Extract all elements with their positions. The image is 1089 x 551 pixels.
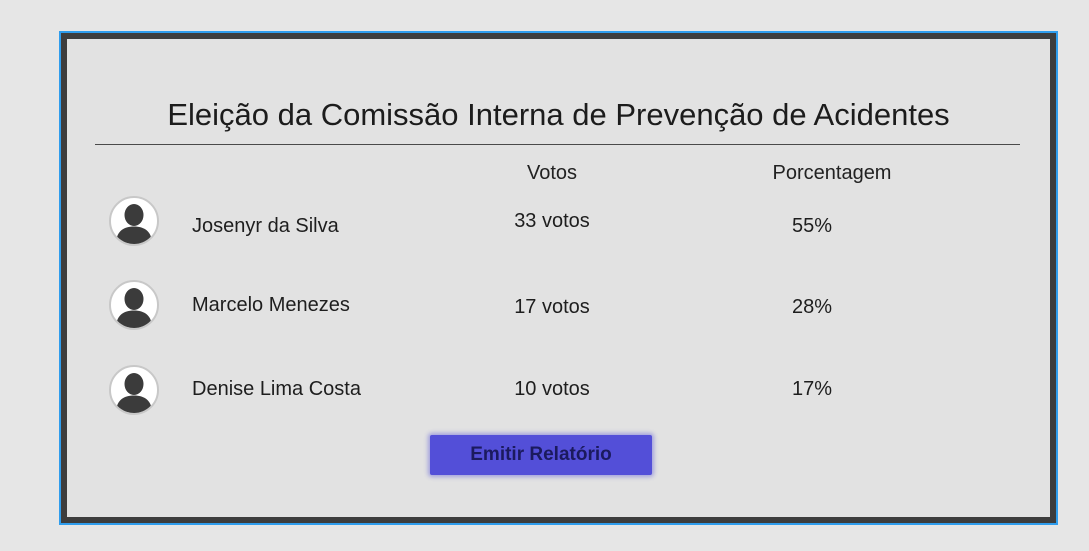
title-divider [95,144,1020,145]
avatar [109,196,159,246]
user-silhouette-icon [116,204,152,244]
candidate-votes: 33 votos [514,210,590,232]
candidate-row: Marcelo Menezes 17 votos 28% [67,280,1050,332]
candidate-row: Josenyr da Silva 33 votos 55% [67,196,1050,248]
candidate-row: Denise Lima Costa 10 votos 17% [67,365,1050,417]
candidate-percentage: 28% [791,296,833,318]
user-silhouette-icon [116,288,152,328]
candidate-votes: 17 votos [514,296,590,318]
candidate-percentage: 55% [791,215,833,237]
emit-report-button[interactable]: Emitir Relatório [430,435,652,475]
candidate-name: Josenyr da Silva [192,215,339,237]
page-title: Eleição da Comissão Interna de Prevenção… [167,97,950,132]
election-window: Eleição da Comissão Interna de Prevenção… [59,31,1058,525]
results-panel: Eleição da Comissão Interna de Prevenção… [67,39,1050,517]
candidate-percentage: 17% [791,378,833,400]
candidate-name: Marcelo Menezes [192,294,350,316]
candidate-votes: 10 votos [514,378,590,400]
avatar [109,365,159,415]
user-silhouette-icon [116,373,152,413]
percentage-column-header: Porcentagem [772,162,892,184]
avatar [109,280,159,330]
votes-column-header: Votos [526,162,578,184]
candidate-name: Denise Lima Costa [192,378,361,400]
